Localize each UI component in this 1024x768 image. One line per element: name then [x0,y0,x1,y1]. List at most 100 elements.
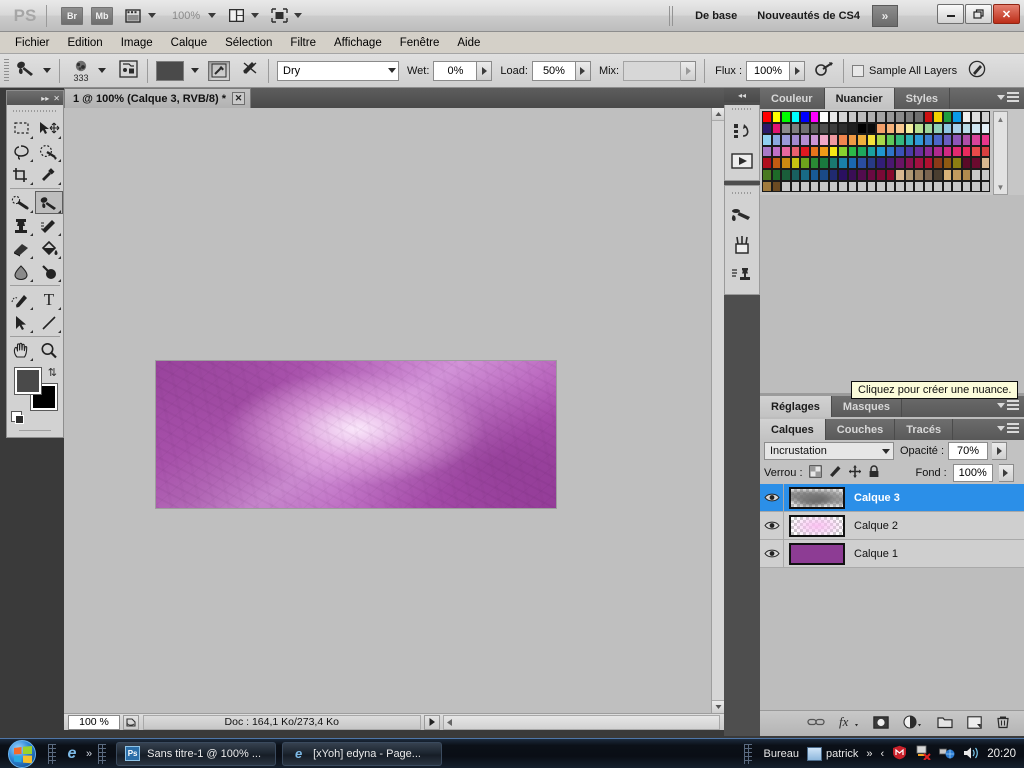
tool-rectangular-marquee[interactable] [7,117,35,140]
adjustments-panel-menu-icon[interactable] [997,400,1019,410]
launch-mini-bridge-button[interactable]: Mb [91,6,113,25]
swatch-131[interactable] [866,168,876,181]
swatch-105[interactable] [847,157,857,169]
tool-quick-selection[interactable] [35,140,63,163]
swatch-128[interactable] [838,168,848,181]
tab-traces[interactable]: Tracés [895,419,954,440]
workspace-nouveautes-cs4[interactable]: Nouveautés de CS4 [757,10,860,22]
swatch-99[interactable] [790,157,800,169]
swatch-157[interactable] [885,180,895,193]
tab-reglages[interactable]: Réglages [760,396,832,417]
swatch-161[interactable] [923,180,933,193]
swatch-44[interactable] [952,122,962,135]
menu-item-edition[interactable]: Edition [59,35,112,51]
swatch-58[interactable] [857,134,867,146]
swatch-121[interactable] [771,168,781,181]
tool-line-shape[interactable] [35,311,63,334]
table-row[interactable]: Calque 2 [760,511,1024,540]
swatch-103[interactable] [828,157,838,169]
swatch-132[interactable] [876,168,886,181]
swatch-127[interactable] [828,168,838,181]
swatch-60[interactable] [876,134,886,146]
swatch-11[interactable] [866,111,876,123]
tab-masques[interactable]: Masques [831,396,902,417]
brush-load-chevron-down-icon[interactable] [191,68,199,73]
swatch-3[interactable] [790,111,800,123]
layer-thumbnail[interactable] [789,514,845,537]
swatch-43[interactable] [942,122,952,135]
swatch-151[interactable] [828,180,838,193]
swatch-95[interactable] [980,145,990,158]
swatch-71[interactable] [980,134,990,146]
tab-couleur[interactable]: Couleur [760,88,825,109]
swatch-166[interactable] [971,180,981,193]
quicklaunch-grip[interactable] [48,743,56,764]
swatch-118[interactable] [971,157,981,169]
swatch-115[interactable] [942,157,952,169]
mcafee-security-icon[interactable] [892,745,907,763]
fill-popup-arrow[interactable] [998,464,1014,482]
swatch-148[interactable] [800,180,810,193]
tool-eraser[interactable] [7,237,35,260]
swatch-102[interactable] [819,157,829,169]
new-group-button[interactable] [937,716,953,732]
swatch-75[interactable] [790,145,800,158]
restore-button[interactable] [965,4,992,24]
tab-calques[interactable]: Calques [760,419,826,440]
menu-item-affichage[interactable]: Affichage [325,35,391,51]
taskbar-window-photoshop[interactable]: Ps Sans titre-1 @ 100% ... [116,741,277,766]
layers-panel-menu-icon[interactable] [997,423,1019,433]
swatch-55[interactable] [828,134,838,146]
swatch-96[interactable] [762,157,772,169]
taskband-grip[interactable] [98,743,107,764]
tool-mixer-brush[interactable] [35,191,63,214]
scroll-down-icon[interactable] [712,700,724,713]
swatch-145[interactable] [771,180,781,193]
brush-preset-picker[interactable]: 333 [68,58,94,84]
menu-item-calque[interactable]: Calque [162,35,216,51]
swatch-155[interactable] [866,180,876,193]
load-input[interactable]: 50% [531,60,576,81]
swatch-37[interactable] [885,122,895,135]
swatches-scrollbar[interactable]: ▲ ▼ [993,111,1008,195]
brush-combination-preset-combo[interactable]: Dry [277,60,399,81]
menu-item-aide[interactable]: Aide [448,35,489,51]
swatch-62[interactable] [895,134,905,146]
tool-path-selection[interactable] [7,311,35,334]
close-tab-icon[interactable]: ✕ [231,92,245,105]
swatch-117[interactable] [961,157,971,169]
network-icon[interactable] [939,745,955,763]
swatch-110[interactable] [895,157,905,169]
swatches-panel-menu-icon[interactable] [997,92,1019,102]
screen-mode-icon[interactable] [271,8,303,23]
swatch-19[interactable] [942,111,952,123]
fill-input[interactable]: 100% [952,464,993,482]
swatch-83[interactable] [866,145,876,158]
delete-layer-button[interactable] [996,715,1010,732]
swatch-22[interactable] [971,111,981,123]
minimize-button[interactable] [937,4,964,24]
swatch-116[interactable] [952,157,962,169]
tool-hand[interactable] [7,339,35,362]
swatch-6[interactable] [819,111,829,123]
swatch-38[interactable] [895,122,905,135]
tab-nuancier[interactable]: Nuancier [824,88,895,109]
swatch-35[interactable] [866,122,876,135]
menu-item-fenetre[interactable]: Fenêtre [391,35,449,51]
lock-transparent-pixels-icon[interactable] [808,465,822,481]
swatch-167[interactable] [980,180,990,193]
swatch-152[interactable] [838,180,848,193]
close-button[interactable]: ✕ [993,4,1020,24]
layer-name[interactable]: Calque 2 [854,520,898,532]
clone-source-panel-icon[interactable] [725,260,759,290]
swatch-134[interactable] [895,168,905,181]
workspace-de-base[interactable]: De base [695,10,737,22]
toolbox-header[interactable]: ▸▸ ✕ [7,91,63,105]
swatch-139[interactable] [942,168,952,181]
swatch-8[interactable] [838,111,848,123]
swatch-91[interactable] [942,145,952,158]
swatch-98[interactable] [781,157,791,169]
swatch-87[interactable] [904,145,914,158]
swatch-111[interactable] [904,157,914,169]
swatch-101[interactable] [809,157,819,169]
